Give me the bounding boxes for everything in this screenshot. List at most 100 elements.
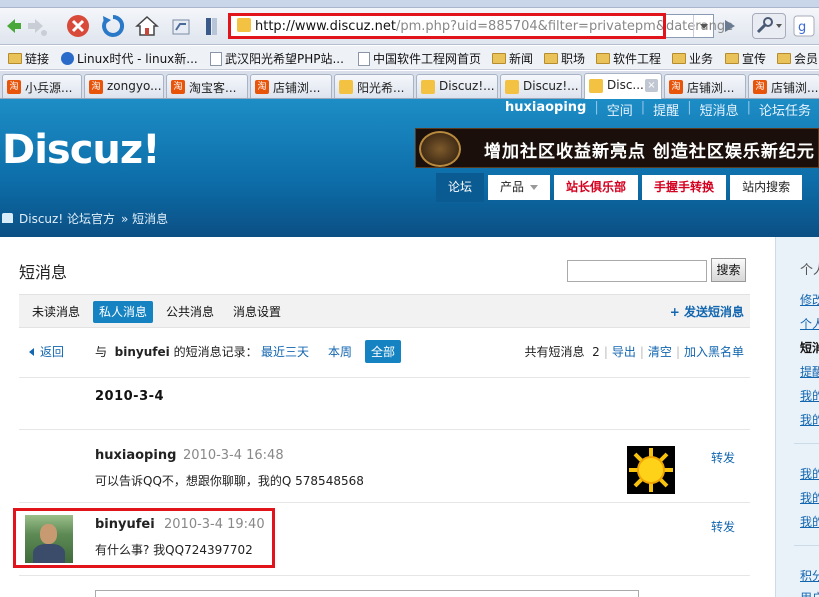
divider [794,545,819,546]
forward-link[interactable]: 转发 [711,518,735,535]
go-icon[interactable] [716,13,742,39]
sidebar-item[interactable]: 个人 [800,315,819,332]
forward-link[interactable]: 转发 [711,449,735,466]
send-pm-button[interactable]: + 发送短消息 [670,301,744,323]
browser-tab[interactable]: 阳光希... [334,74,414,98]
sidebar-item-active[interactable]: 短消 [800,339,819,356]
search-input[interactable] [567,260,707,282]
main-nav: 论坛 产品 站长俱乐部 手握手转换 站内搜索 [436,173,803,202]
browser-toolbar: http://www.discuz.net/pm.php?uid=885704&… [0,8,819,45]
home-icon[interactable] [133,13,161,39]
bookmark-folder[interactable]: 软件工程 [596,50,661,67]
sidebar-item[interactable]: 积分 [800,567,819,584]
username-link[interactable]: huxiaoping [497,100,594,118]
sidebar-item[interactable]: 我的 [800,513,819,530]
refresh-icon[interactable] [99,13,127,39]
message-text: 可以告诉QQ不，想跟你聊聊，我的Q 578548568 [95,474,364,488]
close-icon[interactable]: × [645,79,658,92]
space-link[interactable]: 空间 [599,100,641,119]
browser-tab[interactable]: Discuz!... [416,74,498,98]
browser-tabs: 淘小兵源... 淘 zongyo... 淘淘宝客... 淘店铺浏... 阳光希..… [0,71,819,99]
site-logo[interactable]: Discuz! [2,127,160,173]
chevron-down-icon [530,185,539,190]
browser-tab[interactable]: 淘小兵源... [2,74,82,98]
sidebar-item[interactable]: 我的 [800,387,819,404]
site-header: huxiaoping | 空间 | 提醒 | 短消息 | 论坛任务 Discuz… [0,99,819,237]
conversation-actions: 共有短消息 2 | 导出 | 清空 | 加入黑名单 [524,345,744,359]
bookmarks-icon[interactable] [199,13,227,39]
taobao-icon: 淘 [753,80,767,94]
sidebar-item[interactable]: 修改 [800,291,819,308]
tasks-link[interactable]: 论坛任务 [751,100,819,119]
site-favicon-icon [237,18,251,32]
forward-arrow-icon[interactable] [22,13,50,39]
reply-textarea[interactable] [95,590,639,597]
tab-public[interactable]: 公共消息 [160,301,220,323]
bookmarks-bar: 链接 Linux时代 - linux新... 武汉阳光希望PHP站... 中国软… [0,46,819,70]
sidebar-item[interactable]: 提醒 [800,363,819,380]
sidebar-item[interactable]: 我的 [800,465,819,482]
divider [19,377,750,378]
export-link[interactable]: 导出 [612,345,636,359]
search-button[interactable]: 搜索 [711,258,746,282]
user-links: huxiaoping | 空间 | 提醒 | 短消息 | 论坛任务 [497,100,819,119]
browser-tab[interactable]: 淘店铺浏... [748,74,819,98]
bookmark-folder[interactable]: 新闻 [492,50,533,67]
bookmark-link[interactable]: Linux时代 - linux新... [61,50,198,67]
bookmark-link[interactable]: 武汉阳光希望PHP站... [210,50,344,67]
right-sidebar: 个人 修改 个人 短消 提醒 我的 我的 我的 我的 我的 积分 用户 [775,237,819,597]
address-bar[interactable]: http://www.discuz.net/pm.php?uid=885704&… [228,14,733,38]
avatar-body-shape [33,544,65,563]
clear-link[interactable]: 清空 [648,345,672,359]
bookmark-folder[interactable]: 链接 [8,50,49,67]
browser-tab[interactable]: 淘淘宝客... [166,74,248,98]
tab-settings[interactable]: 消息设置 [227,301,287,323]
notice-link[interactable]: 提醒 [645,100,687,119]
tab-unread[interactable]: 未读消息 [26,301,86,323]
stop-icon[interactable] [64,13,92,39]
message-text: 有什么事? 我QQ724397702 [95,543,253,557]
browser-tab-active[interactable]: Disc... × [584,73,662,99]
history-icon[interactable] [167,13,195,39]
ad-banner[interactable]: 增加社区收益新亮点 创造社区娱乐新纪元 [415,128,819,168]
url-dropdown-icon[interactable] [693,15,713,37]
nav-search[interactable]: 站内搜索 [730,175,803,200]
tab-private[interactable]: 私人消息 [93,301,154,323]
browser-tab[interactable]: Discuz!... [500,74,582,98]
folder-icon [492,53,506,64]
avatar[interactable] [627,446,675,494]
filter-this-week[interactable]: 本周 [328,343,352,360]
sidebar-item[interactable]: 用户 [800,589,819,597]
bookmark-folder[interactable]: 职场 [544,50,585,67]
blacklist-link[interactable]: 加入黑名单 [684,345,744,359]
nav-conversion[interactable]: 手握手转换 [642,175,727,200]
chevron-left-icon [29,348,34,356]
breadcrumb-home[interactable]: Discuz! 论坛官方 [19,210,115,227]
nav-webmaster-club[interactable]: 站长俱乐部 [554,175,639,200]
filter-all[interactable]: 全部 [365,340,402,363]
avatar[interactable] [25,515,73,563]
browser-tab[interactable]: 淘店铺浏... [250,74,332,98]
browser-tab[interactable]: 淘店铺浏... [664,74,746,98]
bookmark-folder[interactable]: 宣传 [725,50,766,67]
message-author[interactable]: binyufei [95,517,155,532]
browser-tab[interactable]: 淘 zongyo... [84,74,164,98]
divider [19,502,750,503]
filter-three-days[interactable]: 最近三天 [261,343,309,360]
message-author[interactable]: huxiaoping [95,448,176,463]
back-link[interactable]: 返回 [29,343,64,360]
url-text: http://www.discuz.net/pm.php?uid=885704&… [255,19,734,34]
sidebar-item[interactable]: 我的 [800,489,819,506]
bookmark-link[interactable]: 中国软件工程网首页 [358,50,481,67]
bookmark-folder[interactable]: 会员 [777,50,818,67]
pm-link[interactable]: 短消息 [692,100,747,119]
divider [19,575,750,576]
screen: http://www.discuz.net/pm.php?uid=885704&… [0,0,819,597]
google-search-icon[interactable]: g [790,13,818,39]
bookmark-folder[interactable]: 业务 [672,50,713,67]
nav-forum[interactable]: 论坛 [436,173,485,202]
sidebar-item[interactable]: 我的 [800,411,819,428]
tools-icon[interactable] [752,13,786,39]
nav-products[interactable]: 产品 [488,175,551,200]
page-title: 短消息 [19,263,68,282]
